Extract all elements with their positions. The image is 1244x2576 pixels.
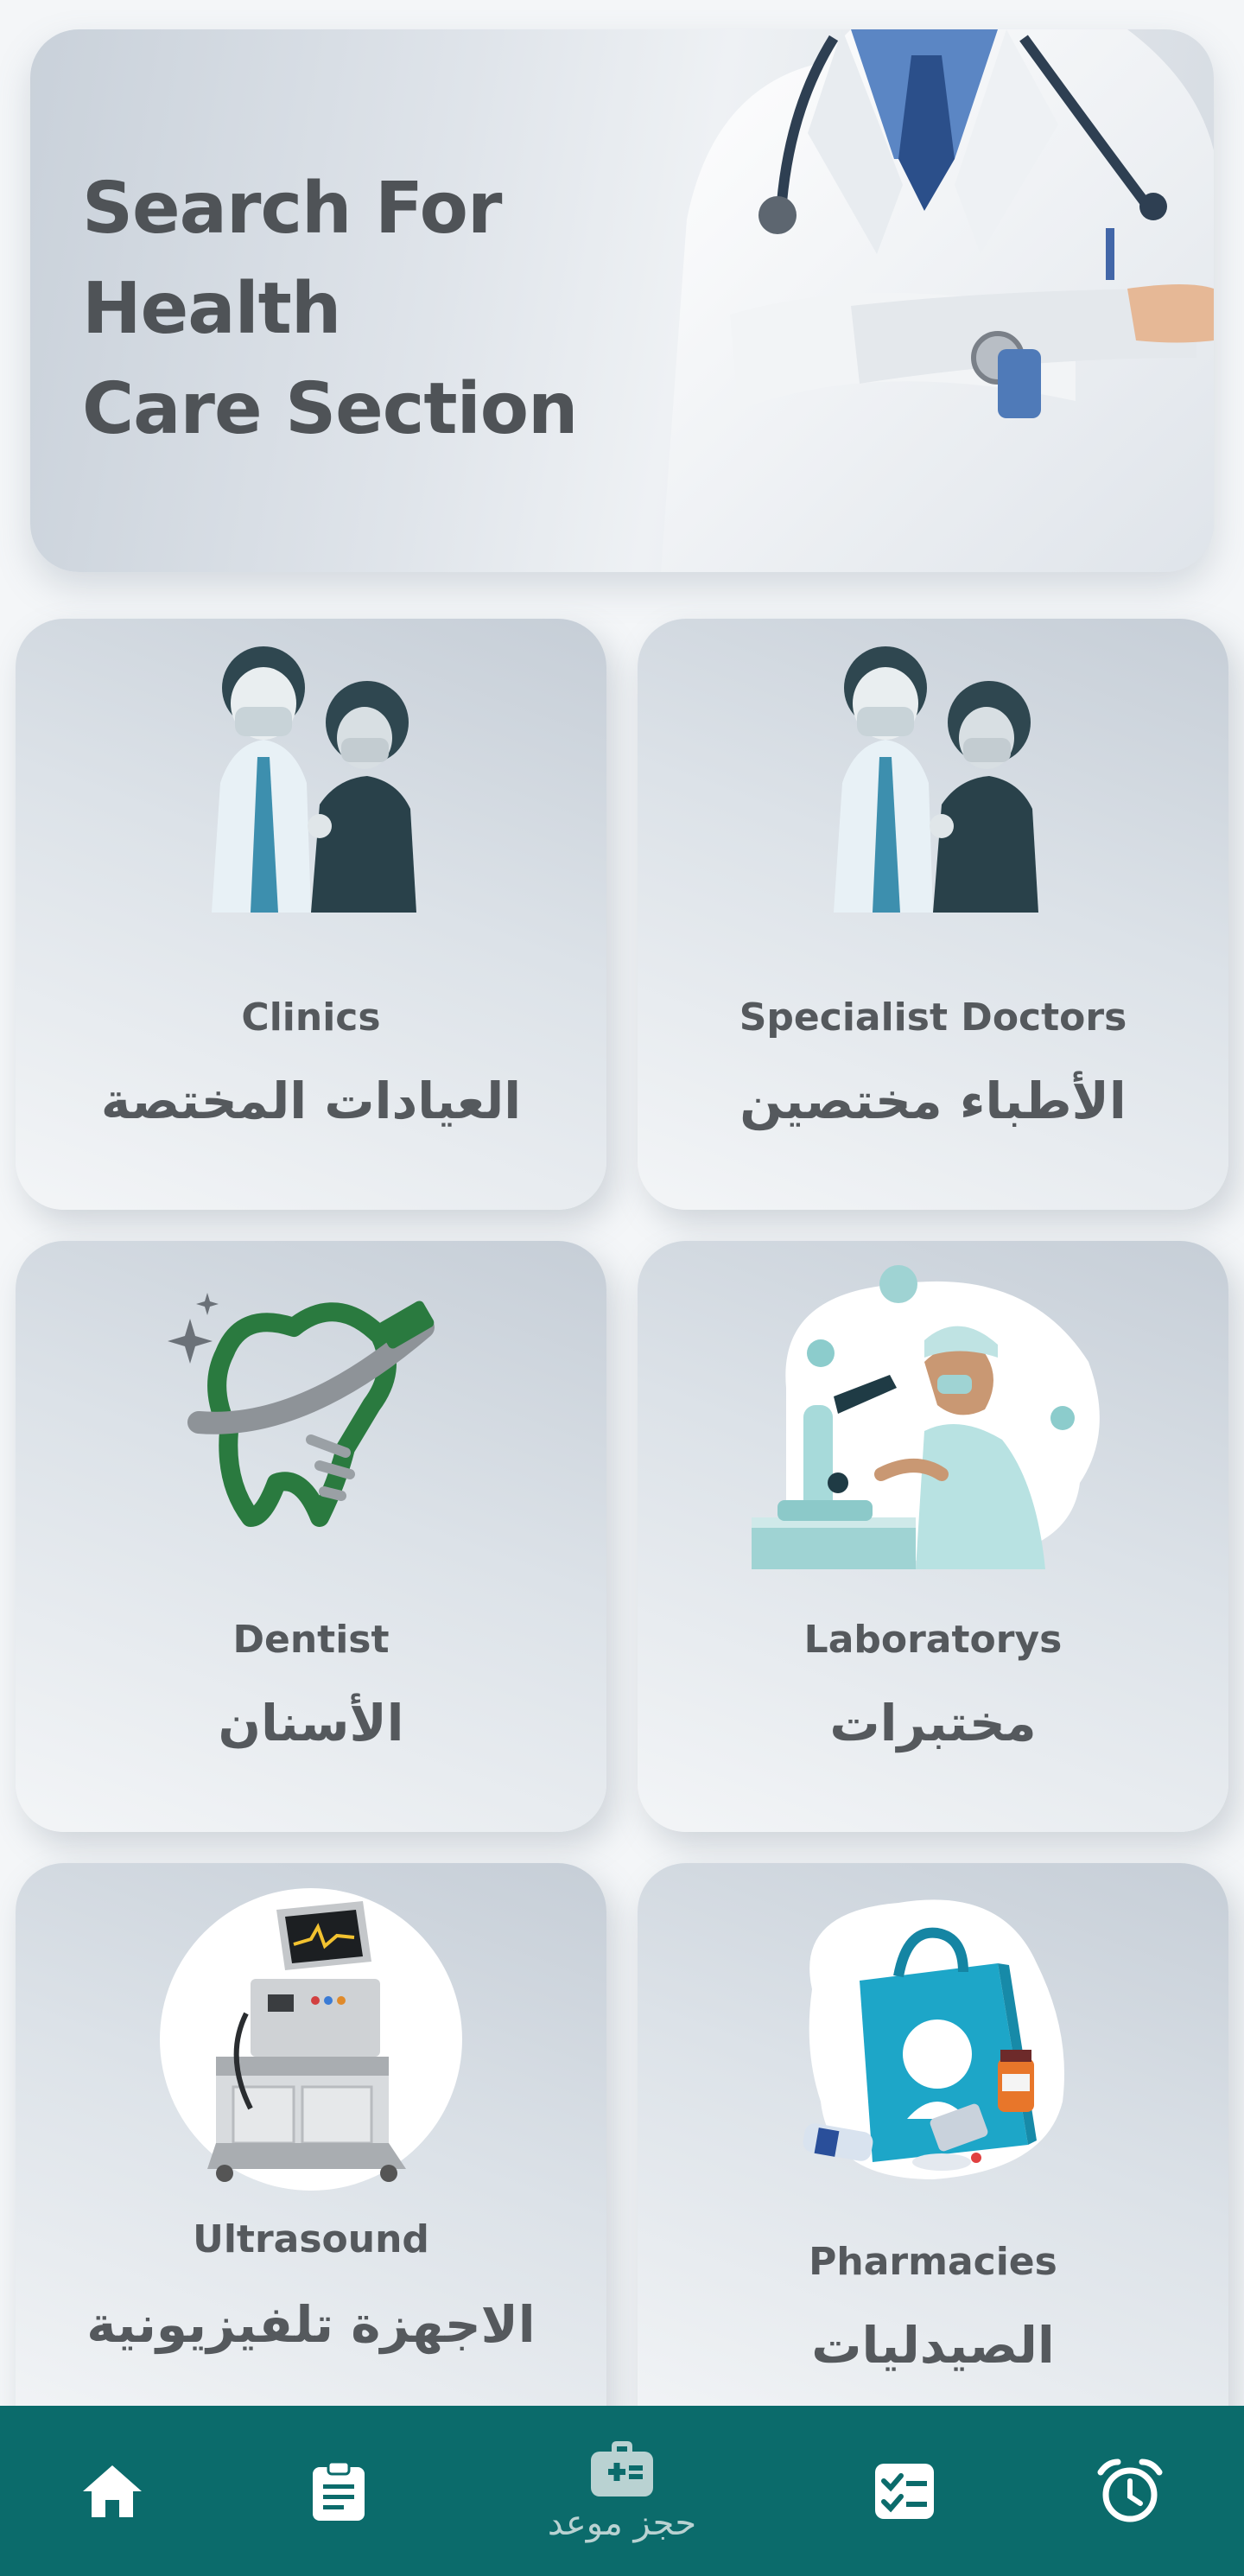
- card-ultrasound[interactable]: Ultrasound الاجهزة تلفيزيونية: [16, 1863, 606, 2454]
- clipboard-icon: [313, 2460, 365, 2521]
- doctor-photo: [661, 29, 1214, 572]
- nav-item-clipboard[interactable]: [287, 2406, 390, 2576]
- card-title-ar: الاجهزة تلفيزيونية: [86, 2295, 536, 2354]
- card-specialist-doctors[interactable]: Specialist Doctors الأطباء مختصين: [638, 619, 1228, 1210]
- alarm-clock-icon: [1097, 2458, 1163, 2522]
- card-clinics[interactable]: Clinics العيادات المختصة: [16, 619, 606, 1210]
- card-title-en: Dentist: [232, 1618, 390, 1662]
- pharmacy-bag-icon: [803, 1899, 1064, 2179]
- card-title-en: Specialist Doctors: [739, 995, 1127, 1040]
- doctor-patient-icon: [834, 646, 1038, 913]
- card-title-en: Clinics: [241, 995, 381, 1040]
- card-laboratorys[interactable]: Laboratorys مختبرات: [638, 1241, 1228, 1832]
- nav-item-checklist[interactable]: [853, 2406, 956, 2576]
- card-title-ar: العيادات المختصة: [100, 1072, 522, 1130]
- hero-title: Search For Health Care Section: [82, 168, 578, 450]
- card-title-ar: الأسنان: [218, 1694, 404, 1752]
- card-title-en: Laboratorys: [803, 1618, 1063, 1662]
- card-pharmacies[interactable]: Pharmacies الصيدليات: [638, 1863, 1228, 2454]
- card-title-en: Pharmacies: [809, 2240, 1057, 2284]
- nav-item-home[interactable]: [60, 2406, 164, 2576]
- card-title-en: Ultrasound: [193, 2217, 429, 2261]
- medical-bag-icon: [591, 2440, 653, 2496]
- card-title-ar: الأطباء مختصين: [739, 1072, 1127, 1130]
- doctor-patient-icon: [212, 646, 416, 913]
- bottom-navigation-bar: حجز موعد: [0, 2406, 1244, 2576]
- microscope-scientist-icon: [752, 1265, 1100, 1569]
- card-title-ar: مختبرات: [829, 1694, 1037, 1752]
- card-title-ar: الصيدليات: [811, 2316, 1055, 2375]
- nav-item-alarm[interactable]: [1078, 2406, 1182, 2576]
- card-dentist[interactable]: Dentist الأسنان: [16, 1241, 606, 1832]
- ultrasound-machine-icon: [160, 1888, 462, 2191]
- home-icon: [83, 2465, 142, 2517]
- hero-banner[interactable]: Search For Health Care Section: [30, 29, 1214, 572]
- nav-label-book-appointment: حجز موعد: [547, 2503, 697, 2543]
- checklist-icon: [875, 2463, 934, 2519]
- tooth-icon: [168, 1293, 435, 1527]
- nav-item-book-appointment[interactable]: حجز موعد: [518, 2406, 726, 2576]
